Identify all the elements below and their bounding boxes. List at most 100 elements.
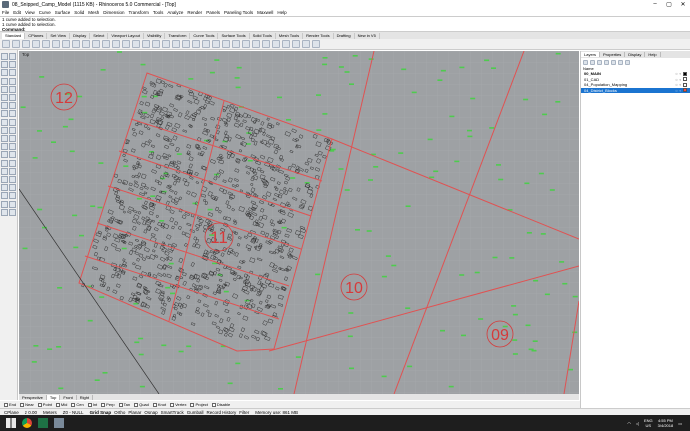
- explode-tool-icon[interactable]: [9, 176, 16, 183]
- scale-tool-icon[interactable]: [9, 159, 16, 167]
- osnap-checkbox[interactable]: [170, 402, 175, 407]
- undo-icon[interactable]: [82, 40, 90, 48]
- save-icon[interactable]: [22, 40, 30, 48]
- osnap-checkbox[interactable]: [87, 402, 92, 407]
- curve-tool-icon[interactable]: [1, 69, 8, 77]
- viewport-label[interactable]: Top: [22, 52, 29, 57]
- menu-item-help[interactable]: Help: [277, 10, 286, 15]
- cut-icon[interactable]: [52, 40, 60, 48]
- new-icon[interactable]: [2, 40, 10, 48]
- osnap-tan[interactable]: Tan: [118, 402, 130, 407]
- osnap-checkbox[interactable]: [37, 402, 42, 407]
- rhino-taskbar-icon[interactable]: [54, 418, 64, 428]
- array-tool-icon[interactable]: [9, 167, 16, 175]
- render-icon[interactable]: [282, 40, 290, 48]
- hatch-tool-icon[interactable]: [9, 143, 16, 151]
- excel-icon[interactable]: [38, 418, 48, 428]
- surface-tool-icon[interactable]: [9, 110, 16, 118]
- cylinder-tool-icon[interactable]: [1, 126, 8, 134]
- osnap-point[interactable]: Point: [37, 402, 52, 407]
- menu-item-surface[interactable]: Surface: [55, 10, 71, 15]
- osnap-mid[interactable]: Mid: [55, 402, 67, 407]
- open-icon[interactable]: [12, 40, 20, 48]
- new-layer-icon[interactable]: [583, 59, 588, 65]
- minimize-button[interactable]: –: [648, 1, 662, 8]
- menu-item-solid[interactable]: Solid: [74, 10, 84, 15]
- toggle-ortho[interactable]: Ortho: [114, 410, 125, 415]
- lock-icon[interactable]: ▫: [680, 88, 681, 94]
- rotate-view-icon[interactable]: [112, 40, 120, 48]
- menu-item-maxwell[interactable]: Maxwell: [257, 10, 273, 15]
- menu-item-tools[interactable]: Tools: [153, 10, 164, 15]
- object-properties-icon[interactable]: [272, 40, 280, 48]
- text-tool-icon[interactable]: [1, 143, 8, 151]
- unlock-icon[interactable]: [252, 40, 260, 48]
- layer-color-swatch[interactable]: [683, 82, 687, 87]
- group-tool-icon[interactable]: [1, 192, 8, 200]
- dimension-tool-icon[interactable]: [9, 135, 16, 142]
- layer-color-swatch[interactable]: [683, 88, 687, 93]
- four-view-icon[interactable]: [172, 40, 180, 48]
- paste-icon[interactable]: [72, 40, 80, 48]
- mesh-tool-icon[interactable]: [1, 135, 8, 142]
- osnap-checkbox[interactable]: [152, 402, 157, 407]
- zoom-window-icon[interactable]: [132, 40, 140, 48]
- arc-tool-icon[interactable]: [9, 69, 16, 77]
- wifi-icon[interactable]: ◠: [627, 421, 631, 426]
- clock[interactable]: 4:55 PM 3/4/2018: [658, 418, 674, 428]
- panel-tab-properties[interactable]: Properties: [600, 52, 626, 57]
- view-tab-perspective[interactable]: Perspective: [19, 394, 47, 400]
- toggle-planar[interactable]: Planar: [128, 410, 141, 415]
- osnap-checkbox[interactable]: [71, 402, 76, 407]
- windows-start-icon[interactable]: [6, 418, 16, 428]
- panel-tab-display[interactable]: Display: [625, 52, 646, 57]
- close-button[interactable]: ✕: [676, 1, 690, 8]
- toggle-gumball[interactable]: Gumball: [187, 410, 204, 415]
- current-layer-indicator[interactable]: Z0 - NULL: [63, 410, 84, 415]
- copy-icon[interactable]: [62, 40, 70, 48]
- top-viewport[interactable]: 12 11 10 09: [19, 51, 579, 394]
- copy-tool-icon[interactable]: [9, 151, 16, 159]
- rotate-tool-icon[interactable]: [1, 159, 8, 167]
- panel-tab-help[interactable]: Help: [645, 52, 661, 57]
- view-tab-right[interactable]: Right: [77, 394, 94, 400]
- move-tool-icon[interactable]: [1, 151, 8, 159]
- menu-item-file[interactable]: File: [2, 10, 9, 15]
- menu-item-analyze[interactable]: Analyze: [167, 10, 183, 15]
- osnap-checkbox[interactable]: [20, 402, 25, 407]
- move-up-icon[interactable]: [604, 59, 609, 65]
- help-icon[interactable]: [312, 40, 320, 48]
- zoom-icon[interactable]: [122, 40, 130, 48]
- points-icon[interactable]: [202, 40, 210, 48]
- osnap-knot[interactable]: Knot: [152, 402, 166, 407]
- language-indicator[interactable]: ENG US: [644, 418, 653, 428]
- snapshot-tool-icon[interactable]: [9, 200, 16, 208]
- wireframe-icon[interactable]: [302, 40, 310, 48]
- ellipse-tool-icon[interactable]: [9, 77, 16, 85]
- osnap-checkbox[interactable]: [190, 402, 195, 407]
- shaded-icon[interactable]: [292, 40, 300, 48]
- toggle-osnap[interactable]: Osnap: [144, 410, 157, 415]
- osnap-cen[interactable]: Cen: [71, 402, 84, 407]
- menu-item-view[interactable]: View: [25, 10, 35, 15]
- mirror-tool-icon[interactable]: [1, 167, 8, 175]
- view-tab-top[interactable]: Top: [46, 394, 61, 400]
- menu-item-curve[interactable]: Curve: [39, 10, 51, 15]
- menu-item-dimension[interactable]: Dimension: [103, 10, 124, 15]
- toggle-filter[interactable]: Filter: [239, 410, 249, 415]
- osnap-vertex[interactable]: Vertex: [170, 402, 186, 407]
- show-icon[interactable]: [232, 40, 240, 48]
- osnap-int[interactable]: Int: [87, 402, 97, 407]
- osnap-checkbox[interactable]: [101, 402, 106, 407]
- fillet-tool-icon[interactable]: [1, 94, 8, 101]
- view-tab-front[interactable]: Front: [60, 394, 77, 400]
- block-tool-icon[interactable]: [9, 192, 16, 200]
- menu-item-paneling-tools[interactable]: Paneling Tools: [224, 10, 253, 15]
- zoom-extents-icon[interactable]: [142, 40, 150, 48]
- notifications-icon[interactable]: ▭: [678, 421, 682, 426]
- rectangle-tool-icon[interactable]: [1, 85, 8, 93]
- osnap-checkbox[interactable]: [211, 402, 216, 407]
- properties-icon[interactable]: [42, 40, 50, 48]
- maximize-button[interactable]: ▢: [662, 1, 676, 8]
- polyline-tool-icon[interactable]: [9, 61, 16, 69]
